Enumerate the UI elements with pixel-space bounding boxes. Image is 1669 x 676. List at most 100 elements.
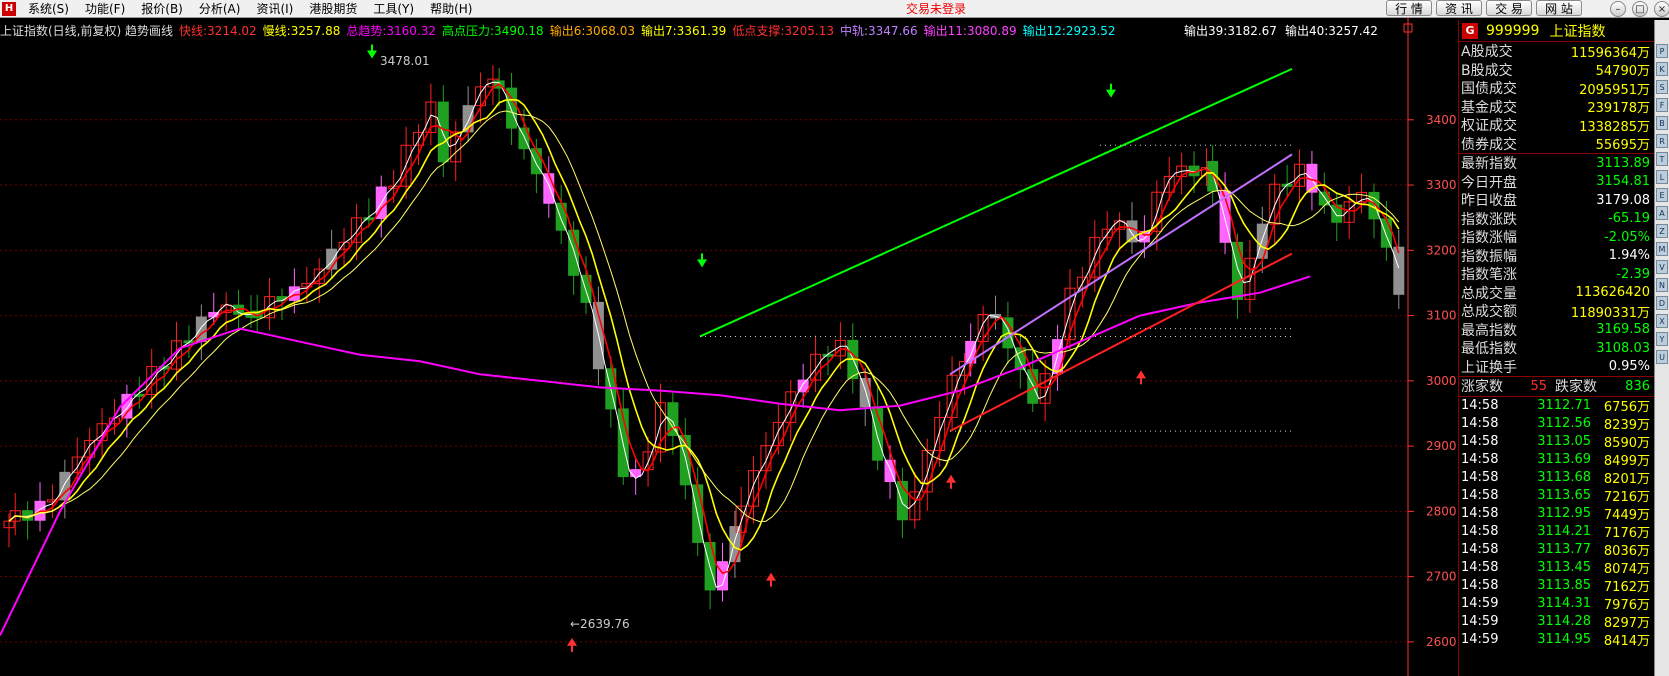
- info-label: 总成交额: [1461, 304, 1517, 321]
- top-button-2[interactable]: 交 易: [1486, 0, 1532, 16]
- buy-arrow-icon: [1136, 370, 1146, 379]
- info-label: 总成交量: [1461, 285, 1517, 302]
- kline-chart[interactable]: 2600 2700 2800 2900 3000 3100 3200 3300 3400 3478…: [0, 18, 1458, 676]
- tool-icon[interactable]: D: [1656, 296, 1668, 310]
- info-value: -2.39: [1616, 266, 1650, 282]
- menu-item-0[interactable]: 系统(S): [20, 0, 77, 17]
- tick-volume: 7216万: [1603, 490, 1650, 505]
- sell-arrow-icon: [697, 259, 707, 268]
- menu-item-3[interactable]: 分析(A): [191, 0, 249, 17]
- menu-item-7[interactable]: 帮助(H): [422, 0, 480, 17]
- info-row: 最新指数 3113.89: [1459, 154, 1654, 173]
- tick-price: 3113.45: [1537, 560, 1591, 575]
- tick-time: 14:58: [1461, 398, 1499, 413]
- top-button-1[interactable]: 资 讯: [1436, 0, 1482, 16]
- info-label: 今日开盘: [1461, 174, 1517, 191]
- y-tick-label: 3300: [1426, 178, 1457, 192]
- tool-icon[interactable]: A: [1656, 206, 1668, 220]
- tool-icon[interactable]: R: [1656, 134, 1668, 148]
- candle-body: [288, 286, 300, 301]
- menu-item-5[interactable]: 港股期货: [301, 0, 365, 17]
- info-value: -65.19: [1608, 211, 1650, 227]
- info-value: 11890331万: [1570, 305, 1650, 321]
- tick-price: 3113.65: [1537, 488, 1591, 503]
- info-value: 3169.58: [1596, 322, 1650, 338]
- tick-time: 14:59: [1461, 632, 1499, 647]
- tool-icon[interactable]: F: [1656, 98, 1668, 112]
- info-value: 113626420: [1575, 285, 1650, 301]
- tool-icon[interactable]: M: [1656, 242, 1668, 256]
- indicator-label: 总趋势:3160.32: [346, 24, 437, 38]
- info-value: 1.94%: [1608, 248, 1650, 264]
- right-toolbar: PKSFBRTLEAZMVNDXYU: [1654, 20, 1669, 676]
- info-value: 3154.81: [1596, 174, 1650, 190]
- login-status[interactable]: 交易未登录: [906, 0, 966, 17]
- info-label: 上证换手: [1461, 359, 1517, 376]
- candle-body: [437, 101, 449, 163]
- candle-body: [1231, 241, 1243, 300]
- top-button-3[interactable]: 网 站: [1536, 0, 1582, 16]
- info-label: 昨日收盘: [1461, 193, 1517, 210]
- tick-volume: 8499万: [1603, 454, 1650, 469]
- y-tick-label: 2600: [1426, 635, 1457, 649]
- menu-item-6[interactable]: 工具(Y): [365, 0, 422, 17]
- info-row: 昨日收盘 3179.08: [1459, 191, 1654, 210]
- minimize-icon[interactable]: –: [1610, 1, 1626, 17]
- info-label: 最低指数: [1461, 341, 1517, 358]
- info-row: 指数涨幅 -2.05%: [1459, 228, 1654, 247]
- tick-volume: 7176万: [1603, 526, 1650, 541]
- quote-info-panel: G 999999 上证指数 A股成交 11596364万 B股成交 54790万 国债成…: [1458, 20, 1654, 676]
- tool-icon[interactable]: U: [1656, 350, 1668, 364]
- tick-time: 14:58: [1461, 560, 1499, 575]
- tool-icon[interactable]: K: [1656, 62, 1668, 76]
- tick-row: 14:58 3113.85 7162万: [1459, 577, 1654, 595]
- info-value: 239178万: [1587, 101, 1650, 117]
- sell-arrow-icon: [1106, 89, 1116, 98]
- menu-item-1[interactable]: 功能(F): [77, 0, 133, 17]
- tick-time: 14:58: [1461, 416, 1499, 431]
- info-row: 国债成交 2095951万: [1459, 79, 1654, 98]
- info-row: 债券成交 55695万: [1459, 135, 1654, 154]
- tool-icon[interactable]: S: [1656, 80, 1668, 94]
- y-tick-label: 2800: [1426, 504, 1457, 518]
- tick-row: 14:58 3113.05 8590万: [1459, 433, 1654, 451]
- info-row: 总成交量 113626420: [1459, 284, 1654, 303]
- indicator-header-right: 输出39:3182.67 输出40:3257.42: [1184, 22, 1386, 39]
- tick-volume: 8414万: [1603, 634, 1650, 649]
- tick-price: 3114.95: [1537, 632, 1591, 647]
- price-annotation: ←2639.76: [570, 617, 630, 631]
- tool-icon[interactable]: Y: [1656, 332, 1668, 346]
- tick-volume: 7162万: [1603, 580, 1650, 595]
- menu-item-2[interactable]: 报价(B): [133, 0, 191, 17]
- maximize-icon[interactable]: □: [1632, 1, 1648, 17]
- tool-icon[interactable]: P: [1656, 44, 1668, 58]
- tool-icon[interactable]: E: [1656, 188, 1668, 202]
- info-row: 最高指数 3169.58: [1459, 321, 1654, 340]
- close-icon[interactable]: ×: [1654, 1, 1669, 17]
- tool-icon[interactable]: N: [1656, 278, 1668, 292]
- menu-item-4[interactable]: 资讯(I): [248, 0, 301, 17]
- info-label: 债券成交: [1461, 136, 1517, 153]
- tool-icon[interactable]: V: [1656, 260, 1668, 274]
- indicator-label: 快线:3214.02: [179, 24, 257, 38]
- info-label: 指数振幅: [1461, 248, 1517, 265]
- tick-price: 3112.56: [1537, 416, 1591, 431]
- info-row: 指数振幅 1.94%: [1459, 247, 1654, 266]
- tool-icon[interactable]: X: [1656, 314, 1668, 328]
- g-icon[interactable]: G: [1462, 22, 1478, 39]
- tool-icon[interactable]: T: [1656, 152, 1668, 166]
- info-label: 最新指数: [1461, 156, 1517, 173]
- tick-row: 14:58 3114.21 7176万: [1459, 523, 1654, 541]
- info-label: 指数涨幅: [1461, 230, 1517, 247]
- tool-icon[interactable]: B: [1656, 116, 1668, 130]
- top-button-0[interactable]: 行 情: [1386, 0, 1432, 16]
- tool-icon[interactable]: L: [1656, 170, 1668, 184]
- y-tick-label: 3000: [1426, 374, 1457, 388]
- tool-icon[interactable]: Z: [1656, 224, 1668, 238]
- info-value: 54790万: [1595, 64, 1650, 80]
- tick-price: 3113.77: [1537, 542, 1591, 557]
- candle-body: [630, 469, 642, 478]
- index-name: 上证指数: [1549, 23, 1606, 40]
- indicator-label-right: 输出40:3257.42: [1284, 24, 1378, 38]
- info-label: B股成交: [1461, 62, 1513, 79]
